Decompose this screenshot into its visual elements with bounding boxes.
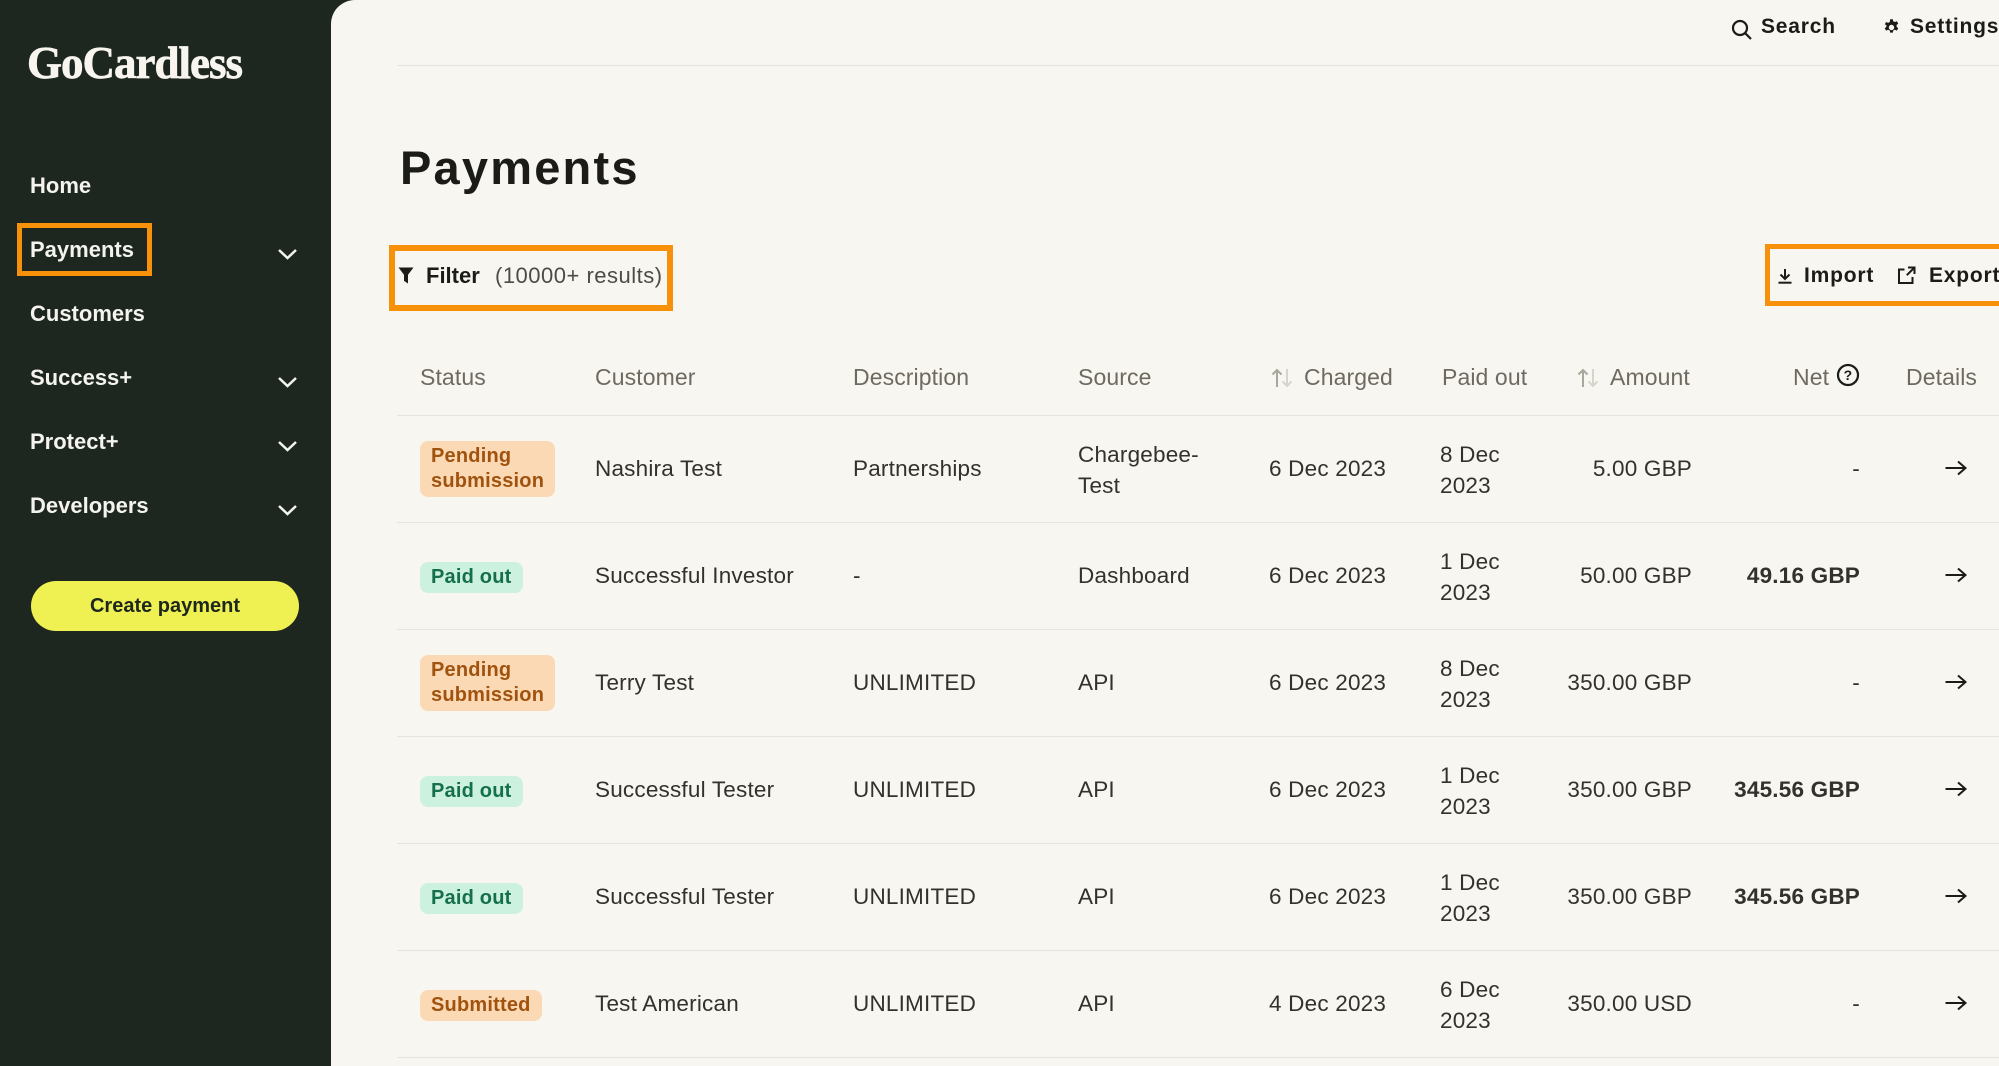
svg-text:?: ?: [1844, 367, 1853, 383]
